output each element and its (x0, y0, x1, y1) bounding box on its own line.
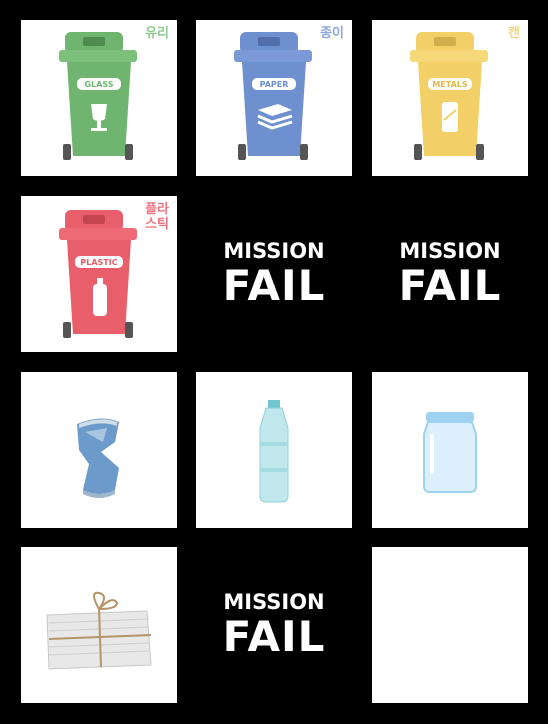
mission-text: MISSION (223, 239, 325, 263)
item-card-bottle[interactable] (196, 372, 352, 528)
fail-text: FAIL (398, 261, 502, 310)
glass-jar-icon (423, 412, 477, 493)
fail-text: FAIL (222, 612, 326, 661)
plastic-bin-icon: PLASTIC (59, 210, 137, 338)
mission-text: MISSION (223, 590, 325, 614)
newspaper-bundle-icon (46, 591, 152, 670)
item-card-can[interactable] (21, 372, 177, 528)
bin-card-plastic[interactable]: 플라 스틱 PLASTIC (21, 196, 177, 352)
item-card-jar[interactable] (372, 372, 528, 528)
crushed-can-icon (77, 418, 119, 498)
fail-text: FAIL (222, 261, 326, 310)
svg-text:METALS: METALS (432, 80, 468, 89)
empty-card[interactable] (372, 547, 528, 703)
mission-text: MISSION (399, 239, 501, 263)
plastic-bottle-icon (259, 400, 289, 503)
metals-bin-icon: METALS (410, 32, 488, 160)
paper-bin-icon: PAPER (234, 32, 312, 160)
bin-card-paper[interactable]: 종이 PAPER (196, 20, 352, 176)
mission-fail-tile: MISSION FAIL (196, 547, 352, 703)
mission-fail-tile: MISSION FAIL (372, 196, 528, 352)
svg-text:GLASS: GLASS (84, 80, 113, 89)
glass-bin-icon: GLASS (59, 32, 137, 160)
bin-card-metals[interactable]: 캔 METALS (372, 20, 528, 176)
svg-text:PAPER: PAPER (260, 80, 289, 89)
item-card-newspaper[interactable] (21, 547, 177, 703)
bin-card-glass[interactable]: 유리 GLASS (21, 20, 177, 176)
mission-fail-tile: MISSION FAIL (196, 196, 352, 352)
svg-text:PLASTIC: PLASTIC (80, 258, 117, 267)
